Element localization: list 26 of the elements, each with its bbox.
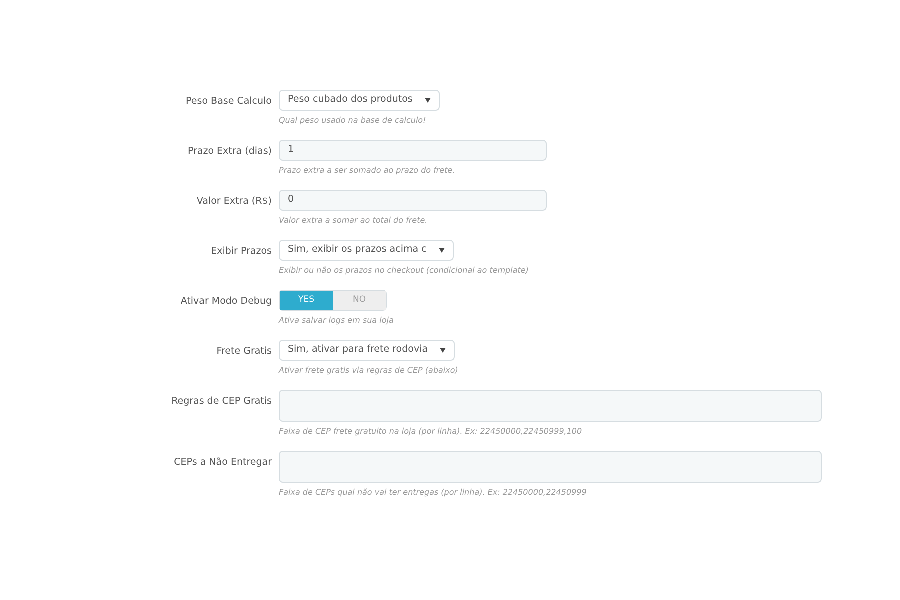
field-label: Prazo Extra (dias): [186, 145, 272, 159]
help-text: Qual peso usado na base de calculo!: [279, 115, 428, 127]
field-label: Valor Extra (R$): [196, 195, 272, 209]
help-text: Faixa de CEPs qual não vai ter entregas (por linha). Ex: 22450000,22450999: [279, 487, 588, 499]
field-label: Frete Gratis: [216, 345, 272, 359]
select-field[interactable]: Sim, exibir os prazos acima c: [279, 240, 454, 261]
caret-icon: [438, 248, 445, 253]
help-text: Ativar frete gratis via regras de CEP (abaixo): [279, 365, 458, 377]
help-text: Prazo extra a ser somado ao prazo do frete.: [279, 165, 456, 177]
input-field[interactable]: 0: [279, 190, 547, 211]
textarea-field[interactable]: [279, 390, 822, 422]
field-label: CEPs a Não Entregar: [173, 456, 272, 470]
input-field[interactable]: 1: [279, 140, 547, 161]
field-label: Regras de CEP Gratis: [170, 395, 272, 409]
help-text: Ativa salvar logs em sua loja: [279, 315, 394, 327]
help-text: Exibir ou não os prazos no checkout (condicional ao template): [279, 265, 529, 277]
select-field[interactable]: Sim, ativar para frete rodovia: [279, 340, 456, 361]
caret-icon: [424, 98, 431, 103]
help-text: Faixa de CEP frete gratuito na loja (por linha). Ex: 22450000,22450999,100: [279, 426, 584, 438]
textarea-field[interactable]: [279, 451, 822, 483]
caret-icon: [440, 348, 446, 353]
field-label: Exibir Prazos: [210, 245, 272, 259]
field-label: Peso Base Calculo: [185, 95, 272, 109]
select-field[interactable]: Peso cubado dos produtos: [279, 90, 440, 111]
help-text: Valor extra a somar ao total do frete.: [279, 215, 429, 227]
field-label: Ativar Modo Debug: [180, 295, 272, 309]
